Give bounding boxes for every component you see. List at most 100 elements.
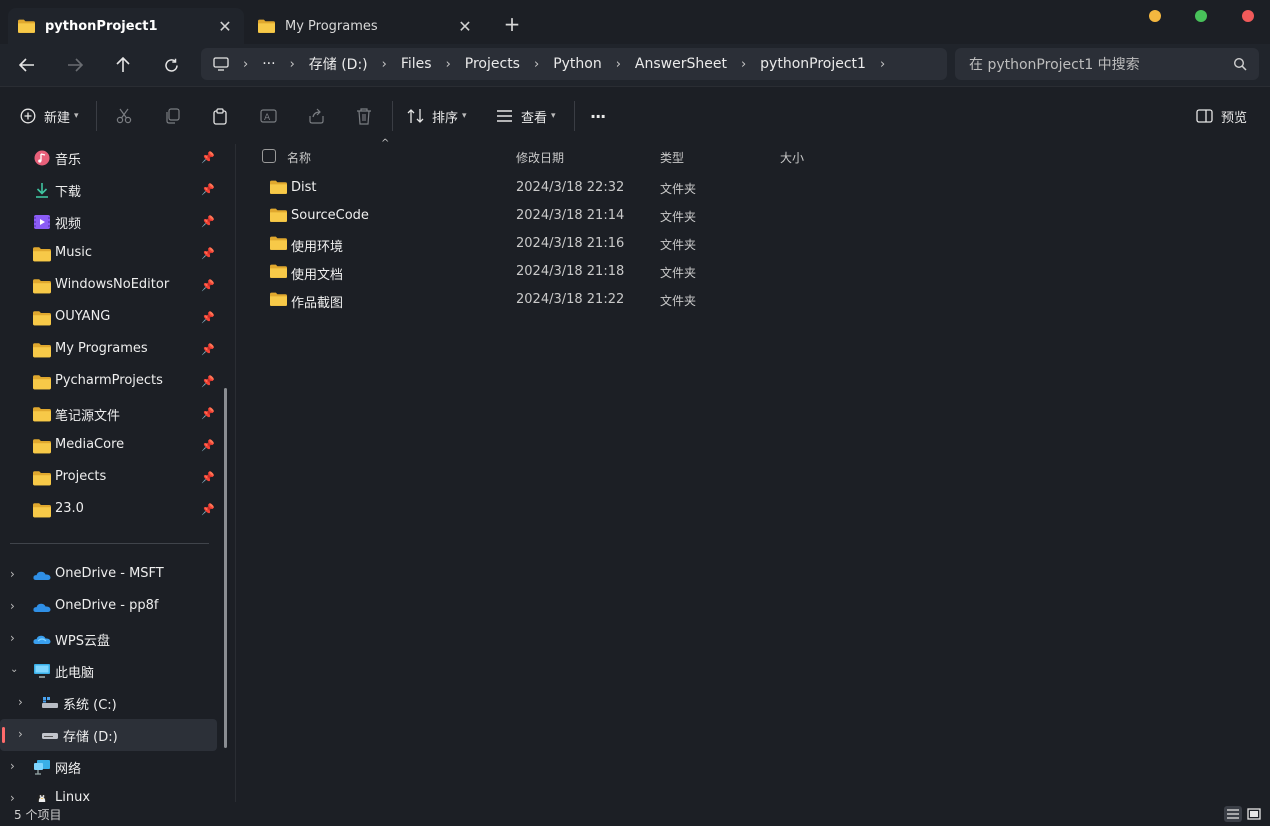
sidebar-item-my-programes[interactable]: My Programes 📌	[0, 334, 217, 366]
breadcrumb-python[interactable]: Python	[553, 56, 602, 72]
sidebar-item-network[interactable]: › 网络	[0, 751, 217, 783]
tab-label: pythonProject1	[45, 18, 158, 34]
maximize-button[interactable]	[1195, 10, 1207, 22]
pin-icon[interactable]: 📌	[201, 343, 215, 356]
sidebar-item-music-folder[interactable]: Music 📌	[0, 238, 217, 270]
sidebar-item-music-library[interactable]: 音乐 📌	[0, 144, 217, 174]
column-header-name[interactable]: 名称	[287, 149, 311, 166]
pin-icon[interactable]: 📌	[201, 215, 215, 228]
minimize-button[interactable]	[1149, 10, 1161, 22]
chevron-right-icon[interactable]: ›	[10, 599, 24, 615]
sidebar-item-projects[interactable]: Projects 📌	[0, 462, 217, 494]
chevron-right-icon[interactable]: ›	[616, 57, 621, 72]
sidebar-item-mediacore[interactable]: MediaCore 📌	[0, 430, 217, 462]
chevron-down-icon[interactable]: ⌄	[10, 664, 24, 680]
sidebar-scrollbar[interactable]	[224, 388, 227, 748]
sidebar-item-this-pc[interactable]: ⌄ 此电脑	[0, 655, 217, 687]
sidebar-item-linux[interactable]: › Linux	[0, 783, 217, 802]
view-button[interactable]: 查看 ▾	[496, 104, 556, 128]
pin-icon[interactable]: 📌	[201, 503, 215, 516]
pin-icon[interactable]: 📌	[201, 279, 215, 292]
sidebar-item-drive-d[interactable]: › 存储 (D:)	[0, 719, 217, 751]
chevron-right-icon[interactable]: ›	[10, 631, 24, 647]
new-tab-button[interactable]: +	[498, 12, 526, 38]
file-row-environment[interactable]: 使用环境 2024/3/18 21:16 文件夹	[267, 230, 867, 258]
tab-my-programes[interactable]: My Programes ✕	[248, 8, 484, 44]
delete-button[interactable]	[356, 104, 372, 128]
close-window-button[interactable]	[1242, 10, 1254, 22]
breadcrumb-projects[interactable]: Projects	[465, 56, 520, 72]
tiles-view-button[interactable]	[1245, 806, 1263, 822]
chevron-right-icon[interactable]: ›	[18, 727, 32, 743]
chevron-right-icon[interactable]: ›	[10, 791, 24, 802]
file-row-documentation[interactable]: 使用文档 2024/3/18 21:18 文件夹	[267, 258, 867, 286]
pin-icon[interactable]: 📌	[201, 183, 215, 196]
close-tab-icon[interactable]: ✕	[212, 17, 238, 36]
breadcrumb-files[interactable]: Files	[401, 56, 432, 72]
column-header-size[interactable]: 大小	[780, 149, 804, 166]
file-row-screenshots[interactable]: 作品截图 2024/3/18 21:22 文件夹	[267, 286, 867, 314]
chevron-right-icon[interactable]: ›	[534, 57, 539, 72]
chevron-right-icon[interactable]: ›	[10, 759, 24, 775]
new-button[interactable]: 新建 ▾	[20, 104, 79, 128]
pin-icon[interactable]: 📌	[201, 151, 215, 164]
file-row-sourcecode[interactable]: SourceCode 2024/3/18 21:14 文件夹	[267, 202, 867, 230]
pin-icon[interactable]: 📌	[201, 247, 215, 260]
sidebar-item-23-0[interactable]: 23.0 📌	[0, 494, 217, 526]
chevron-right-icon[interactable]: ›	[741, 57, 746, 72]
sidebar-item-videos[interactable]: 视频 📌	[0, 206, 217, 238]
back-button[interactable]	[13, 52, 41, 78]
breadcrumb-overflow[interactable]: ···	[262, 56, 275, 72]
chevron-right-icon[interactable]: ›	[243, 57, 248, 72]
sidebar-item-downloads[interactable]: 下载 📌	[0, 174, 217, 206]
more-options-button[interactable]: ···	[590, 104, 606, 128]
computer-icon[interactable]	[213, 57, 229, 71]
pin-icon[interactable]: 📌	[201, 407, 215, 420]
sidebar-item-windowsnoeditor[interactable]: WindowsNoEditor 📌	[0, 270, 217, 302]
breadcrumb-answersheet[interactable]: AnswerSheet	[635, 56, 727, 72]
arrow-right-icon	[68, 58, 83, 72]
column-header-date[interactable]: 修改日期	[516, 149, 564, 166]
sort-button[interactable]: 排序 ▾	[407, 104, 467, 128]
chevron-right-icon[interactable]: ›	[18, 695, 32, 711]
pin-icon[interactable]: 📌	[201, 311, 215, 324]
sidebar-item-drive-c[interactable]: › 系统 (C:)	[0, 687, 217, 719]
search-placeholder: 在 pythonProject1 中搜索	[969, 57, 1140, 73]
chevron-right-icon[interactable]: ›	[880, 57, 885, 72]
sidebar-item-onedrive-pp8f[interactable]: › OneDrive - pp8f	[0, 591, 217, 623]
refresh-button[interactable]	[157, 52, 185, 78]
chevron-right-icon[interactable]: ›	[446, 57, 451, 72]
share-button[interactable]	[308, 104, 325, 128]
sidebar-item-ouyang[interactable]: OUYANG 📌	[0, 302, 217, 334]
paste-button[interactable]	[212, 104, 228, 128]
search-icon[interactable]	[1233, 57, 1247, 71]
cut-button[interactable]	[116, 104, 132, 128]
chevron-right-icon[interactable]: ›	[290, 57, 295, 72]
column-header-type[interactable]: 类型	[660, 149, 684, 166]
sidebar-item-label: Projects	[55, 469, 107, 484]
copy-button[interactable]	[164, 104, 180, 128]
preview-button[interactable]: 预览	[1196, 104, 1247, 128]
sidebar-item-onedrive-msft[interactable]: › OneDrive - MSFT	[0, 559, 217, 591]
file-row-dist[interactable]: Dist 2024/3/18 22:32 文件夹	[267, 174, 867, 202]
rename-button[interactable]: A	[260, 104, 277, 128]
sidebar-item-notes-source[interactable]: 笔记源文件 📌	[0, 398, 217, 430]
forward-button[interactable]	[61, 52, 89, 78]
select-all-checkbox[interactable]	[262, 149, 276, 163]
pin-icon[interactable]: 📌	[201, 375, 215, 388]
file-type: 文件夹	[660, 210, 697, 224]
file-type: 文件夹	[660, 266, 697, 280]
sidebar-item-pycharmprojects[interactable]: PycharmProjects 📌	[0, 366, 217, 398]
close-tab-icon[interactable]: ✕	[452, 17, 478, 36]
chevron-right-icon[interactable]: ›	[382, 57, 387, 72]
pin-icon[interactable]: 📌	[201, 471, 215, 484]
details-view-button[interactable]	[1224, 806, 1242, 822]
breadcrumb-drive-d[interactable]: 存储 (D:)	[309, 54, 368, 74]
breadcrumb-pythonproject1[interactable]: pythonProject1	[760, 56, 866, 72]
tab-pythonproject1[interactable]: pythonProject1 ✕	[8, 8, 244, 44]
up-button[interactable]	[109, 52, 137, 78]
sidebar-item-wps-cloud[interactable]: › WPS云盘	[0, 623, 217, 655]
search-input[interactable]: 在 pythonProject1 中搜索	[955, 48, 1259, 80]
pin-icon[interactable]: 📌	[201, 439, 215, 452]
chevron-right-icon[interactable]: ›	[10, 567, 24, 583]
